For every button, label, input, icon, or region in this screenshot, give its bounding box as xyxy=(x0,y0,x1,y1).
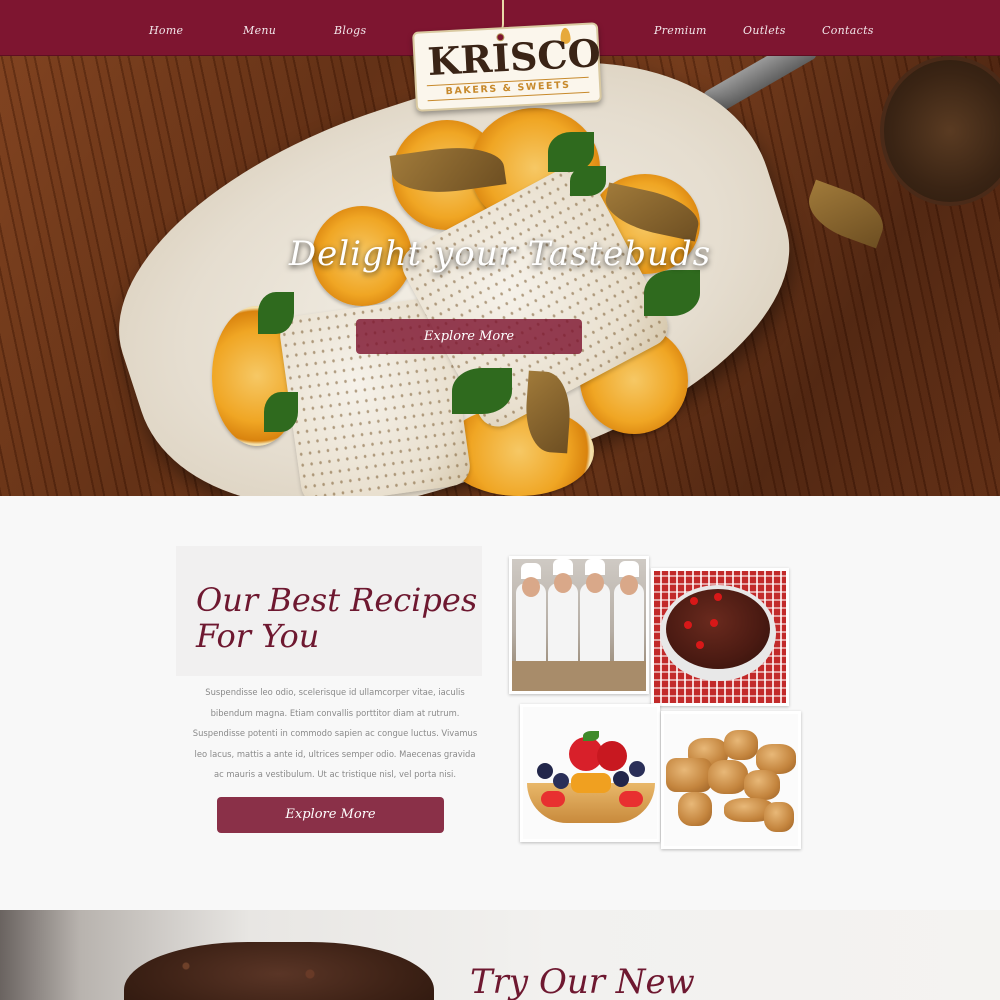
cherry-decoration xyxy=(710,619,718,627)
best-recipes-section: Our Best Recipes For You Suspendisse leo… xyxy=(0,496,1000,910)
cherry-decoration xyxy=(684,621,692,629)
chef-head xyxy=(522,577,540,597)
mango-piece xyxy=(571,773,611,793)
chef-head xyxy=(554,573,572,593)
recipes-heading-line1: Our Best Recipes xyxy=(196,581,478,619)
chocolate-cake-image xyxy=(124,942,434,1000)
blueberry xyxy=(613,771,629,787)
bread-roll xyxy=(744,770,780,800)
cherry-decoration xyxy=(714,593,722,601)
nav-item-home[interactable]: Home xyxy=(149,24,183,37)
nav-item-premium[interactable]: Premium xyxy=(654,24,707,37)
recipes-heading: Our Best Recipes For You xyxy=(196,582,496,654)
chef-figure xyxy=(548,583,578,663)
blueberry xyxy=(537,763,553,779)
herb-image xyxy=(264,392,298,432)
bread-roll xyxy=(678,792,712,826)
brand-logo[interactable]: KRISCO BAKERS & SWEETS xyxy=(412,22,602,112)
hero-explore-more-button[interactable]: Explore More xyxy=(356,319,582,354)
bread-roll xyxy=(708,760,748,794)
nav-item-outlets[interactable]: Outlets xyxy=(743,24,786,37)
herb-image xyxy=(258,292,294,334)
chef-figure xyxy=(580,583,610,663)
kitchen-counter xyxy=(512,661,646,691)
recipes-description: Suspendisse leo odio, scelerisque id ull… xyxy=(192,687,478,779)
bread-assortment-photo[interactable] xyxy=(661,711,801,849)
nav-item-menu[interactable]: Menu xyxy=(243,24,276,37)
blueberry xyxy=(553,773,569,789)
cherry-decoration xyxy=(690,597,698,605)
strawberry-slice xyxy=(619,791,643,807)
chef-figure xyxy=(614,583,644,663)
herb-image xyxy=(644,270,700,316)
bread-roll xyxy=(764,802,794,832)
bread-loaf xyxy=(666,758,712,792)
cherry-decoration xyxy=(696,641,704,649)
fruit-tart-photo[interactable] xyxy=(520,704,660,842)
nav-item-blogs[interactable]: Blogs xyxy=(334,24,366,37)
bread-roll xyxy=(724,730,758,760)
raspberry xyxy=(597,741,627,771)
hero-title: Delight your Tastebuds xyxy=(288,234,712,274)
cake-body xyxy=(666,589,770,669)
logo-name: KRISCO xyxy=(426,30,602,85)
herb-image xyxy=(452,368,512,414)
mint-leaf xyxy=(583,731,599,741)
try-new-heading: Try Our New xyxy=(470,962,695,1000)
hero-banner: Delight your Tastebuds Explore More xyxy=(0,56,1000,496)
nav-item-contacts[interactable]: Contacts xyxy=(822,24,874,37)
bay-leaf-bowl-image xyxy=(880,56,1000,206)
chef-head xyxy=(620,575,638,595)
recipes-explore-more-button[interactable]: Explore More xyxy=(217,797,444,833)
blueberry xyxy=(629,761,645,777)
try-new-section: Try Our New xyxy=(0,910,1000,1000)
chefs-photo[interactable] xyxy=(509,556,649,694)
chocolate-cake-photo[interactable] xyxy=(651,568,789,706)
chef-head xyxy=(586,573,604,593)
strawberry-slice xyxy=(541,791,565,807)
recipes-heading-line2: For You xyxy=(196,617,320,655)
herb-image xyxy=(570,166,606,196)
